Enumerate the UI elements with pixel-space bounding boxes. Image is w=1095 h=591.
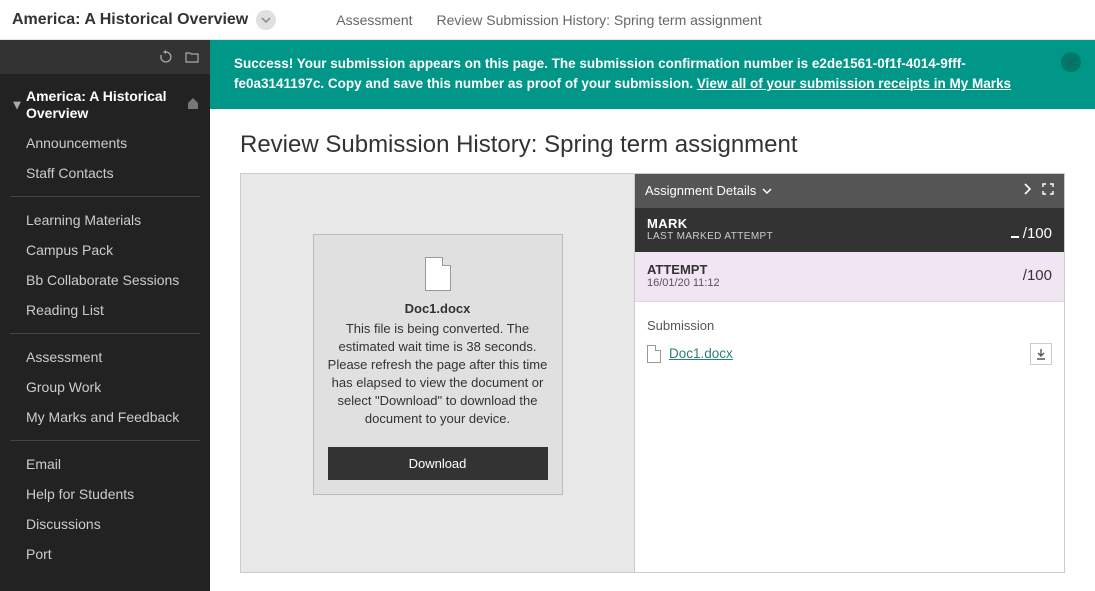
sidebar-item[interactable]: Learning Materials <box>10 205 200 235</box>
breadcrumb: Assessment Review Submission History: Sp… <box>336 12 761 28</box>
sidebar-item[interactable]: Campus Pack <box>10 235 200 265</box>
submission-label: Submission <box>647 318 1052 333</box>
mark-subtitle: LAST MARKED ATTEMPT <box>647 231 773 242</box>
submission-file-link[interactable]: Doc1.docx <box>669 346 733 361</box>
banner-receipts-link[interactable]: View all of your submission receipts in … <box>697 76 1011 91</box>
details-header-label: Assignment Details <box>645 183 756 198</box>
folder-icon[interactable] <box>184 49 200 65</box>
mark-value-empty <box>1011 236 1019 238</box>
close-icon <box>1066 57 1076 67</box>
sidebar-item[interactable]: Assessment <box>10 342 200 372</box>
main-area: Success! Your submission appears on this… <box>210 40 1095 591</box>
nav-group-root: ▾ America: A Historical Overview Announc… <box>10 74 200 197</box>
nav-group: Assessment Group Work My Marks and Feedb… <box>10 334 200 441</box>
chevron-down-icon <box>261 15 271 25</box>
attempt-out-of: /100 <box>1023 267 1052 284</box>
home-icon[interactable] <box>186 96 200 114</box>
preview-message: This file is being converted. The estima… <box>328 320 548 429</box>
chevron-right-icon <box>1022 183 1032 195</box>
sidebar-item[interactable]: Email <box>10 449 200 479</box>
details-header: Assignment Details <box>635 174 1064 208</box>
attempt-timestamp: 16/01/20 11:12 <box>647 277 720 289</box>
sidebar-item[interactable]: Announcements <box>10 128 200 158</box>
sidebar-item[interactable]: Bb Collaborate Sessions <box>10 265 200 295</box>
course-title-text: America: A Historical Overview <box>12 11 248 29</box>
mark-row: MARK LAST MARKED ATTEMPT /100 <box>635 208 1064 252</box>
details-tools <box>1022 183 1054 198</box>
sidebar-root-label: America: A Historical Overview <box>26 88 186 122</box>
sidebar-item[interactable]: Help for Students <box>10 479 200 509</box>
file-download-button[interactable] <box>1030 343 1052 365</box>
download-button[interactable]: Download <box>328 447 548 480</box>
document-icon <box>425 257 451 291</box>
submission-block: Submission Doc1.docx <box>635 302 1064 381</box>
page-title: Review Submission History: Spring term a… <box>210 109 1095 173</box>
nav-group: Email Help for Students Discussions Port <box>10 441 200 577</box>
breadcrumb-item[interactable]: Review Submission History: Spring term a… <box>437 12 762 28</box>
mark-score: /100 <box>1011 225 1052 242</box>
sidebar-item[interactable]: Reading List <box>10 295 200 325</box>
details-toggle[interactable]: Assignment Details <box>645 183 772 198</box>
sidebar-item[interactable]: Staff Contacts <box>10 158 200 188</box>
caret-down-icon: ▾ <box>10 96 24 113</box>
file-icon <box>647 345 661 363</box>
submission-panel: Doc1.docx This file is being converted. … <box>240 173 1065 573</box>
preview-file-name: Doc1.docx <box>328 301 548 316</box>
attempt-row[interactable]: ATTEMPT 16/01/20 11:12 /100 <box>635 252 1064 302</box>
course-title-container: America: A Historical Overview <box>12 10 276 30</box>
next-button[interactable] <box>1022 183 1032 198</box>
document-preview-area: Doc1.docx This file is being converted. … <box>241 174 634 572</box>
download-icon <box>1035 348 1047 360</box>
sidebar-root-item[interactable]: ▾ America: A Historical Overview <box>10 82 200 128</box>
banner-text-suffix: . Copy and save this number as proof of … <box>320 76 697 91</box>
breadcrumb-item[interactable]: Assessment <box>336 12 412 28</box>
success-banner: Success! Your submission appears on this… <box>210 40 1095 109</box>
nav-group: Learning Materials Campus Pack Bb Collab… <box>10 197 200 334</box>
preview-card: Doc1.docx This file is being converted. … <box>313 234 563 495</box>
assignment-details: Assignment Details MARK LAST MARKED ATTE… <box>634 174 1064 572</box>
sidebar-item[interactable]: Group Work <box>10 372 200 402</box>
top-bar: America: A Historical Overview Assessmen… <box>0 0 1095 40</box>
sidebar-item[interactable]: Port <box>10 539 200 569</box>
banner-text-prefix: Success! Your submission appears on this… <box>234 56 812 71</box>
attempt-label: ATTEMPT <box>647 262 720 277</box>
sidebar-item[interactable]: Discussions <box>10 509 200 539</box>
chevron-down-icon <box>762 186 772 196</box>
mark-label: MARK <box>647 216 773 231</box>
mark-out-of: /100 <box>1023 225 1052 242</box>
submission-file-row: Doc1.docx <box>647 343 1052 365</box>
expand-icon <box>1042 183 1054 195</box>
sidebar: ▾ America: A Historical Overview Announc… <box>0 40 210 591</box>
refresh-icon[interactable] <box>158 49 174 65</box>
sidebar-tools <box>0 40 210 74</box>
sidebar-item[interactable]: My Marks and Feedback <box>10 402 200 432</box>
fullscreen-button[interactable] <box>1042 183 1054 198</box>
banner-close-button[interactable] <box>1061 52 1081 72</box>
course-menu-toggle[interactable] <box>256 10 276 30</box>
